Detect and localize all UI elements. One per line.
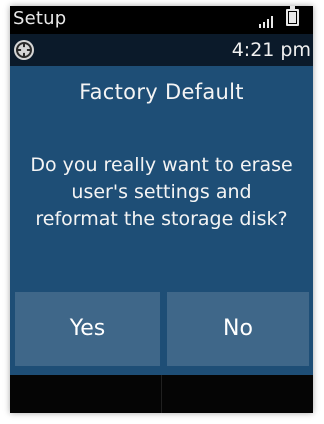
info-bar: 4:21 pm [10,34,313,66]
clock: 4:21 pm [231,39,311,61]
message-line: user's settings and [71,181,252,203]
message-line: reformat the storage disk? [35,208,288,230]
no-button[interactable]: No [167,292,309,366]
status-bar: Setup [10,6,313,34]
status-bar-title: Setup [13,8,67,29]
yes-button[interactable]: Yes [15,292,160,366]
soft-key-bar [10,375,313,413]
message-line: Do you really want to erase [30,154,293,176]
battery-icon [286,6,299,26]
dialog-message: Do you really want to erase user's setti… [10,152,313,233]
dialog-title: Factory Default [79,80,244,104]
signal-strength-icon [259,14,277,28]
device-screen: Setup 4:21 pm Factory Default Do you rea… [10,6,313,413]
globe-icon [14,40,34,60]
soft-key-divider [161,375,162,413]
